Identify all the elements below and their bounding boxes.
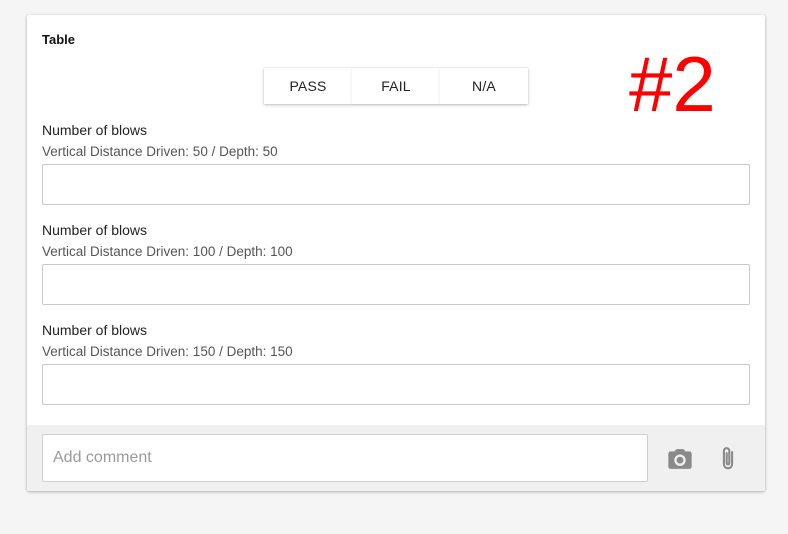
paperclip-icon — [714, 445, 742, 473]
field-label: Number of blows — [42, 222, 148, 238]
blows-field-100: Number of blows Vertical Distance Driven… — [42, 221, 750, 305]
comment-footer — [27, 425, 765, 491]
field-subtitle: Vertical Distance Driven: 50 / Depth: 50 — [42, 144, 278, 159]
field-label: Number of blows — [42, 322, 148, 338]
checklist-card: Table PASS FAIL N/A #2 Number of blows V… — [27, 15, 765, 491]
blows-input-150[interactable] — [42, 364, 750, 405]
pass-button[interactable]: PASS — [264, 68, 352, 104]
camera-button[interactable] — [666, 445, 694, 473]
annotation-number: #2 — [629, 40, 716, 128]
field-subtitle: Vertical Distance Driven: 100 / Depth: 1… — [42, 244, 293, 259]
camera-icon — [666, 445, 694, 473]
na-button[interactable]: N/A — [440, 68, 528, 104]
field-subtitle: Vertical Distance Driven: 150 / Depth: 1… — [42, 344, 293, 359]
blows-field-150: Number of blows Vertical Distance Driven… — [42, 321, 750, 405]
blows-input-100[interactable] — [42, 264, 750, 305]
blows-field-50: Number of blows Vertical Distance Driven… — [42, 121, 750, 205]
card-title: Table — [42, 32, 75, 47]
field-label: Number of blows — [42, 122, 148, 138]
comment-input[interactable] — [42, 434, 648, 482]
result-toggle-group: PASS FAIL N/A — [264, 68, 528, 104]
blows-input-50[interactable] — [42, 164, 750, 205]
fail-button[interactable]: FAIL — [352, 68, 440, 104]
attach-button[interactable] — [714, 445, 742, 473]
